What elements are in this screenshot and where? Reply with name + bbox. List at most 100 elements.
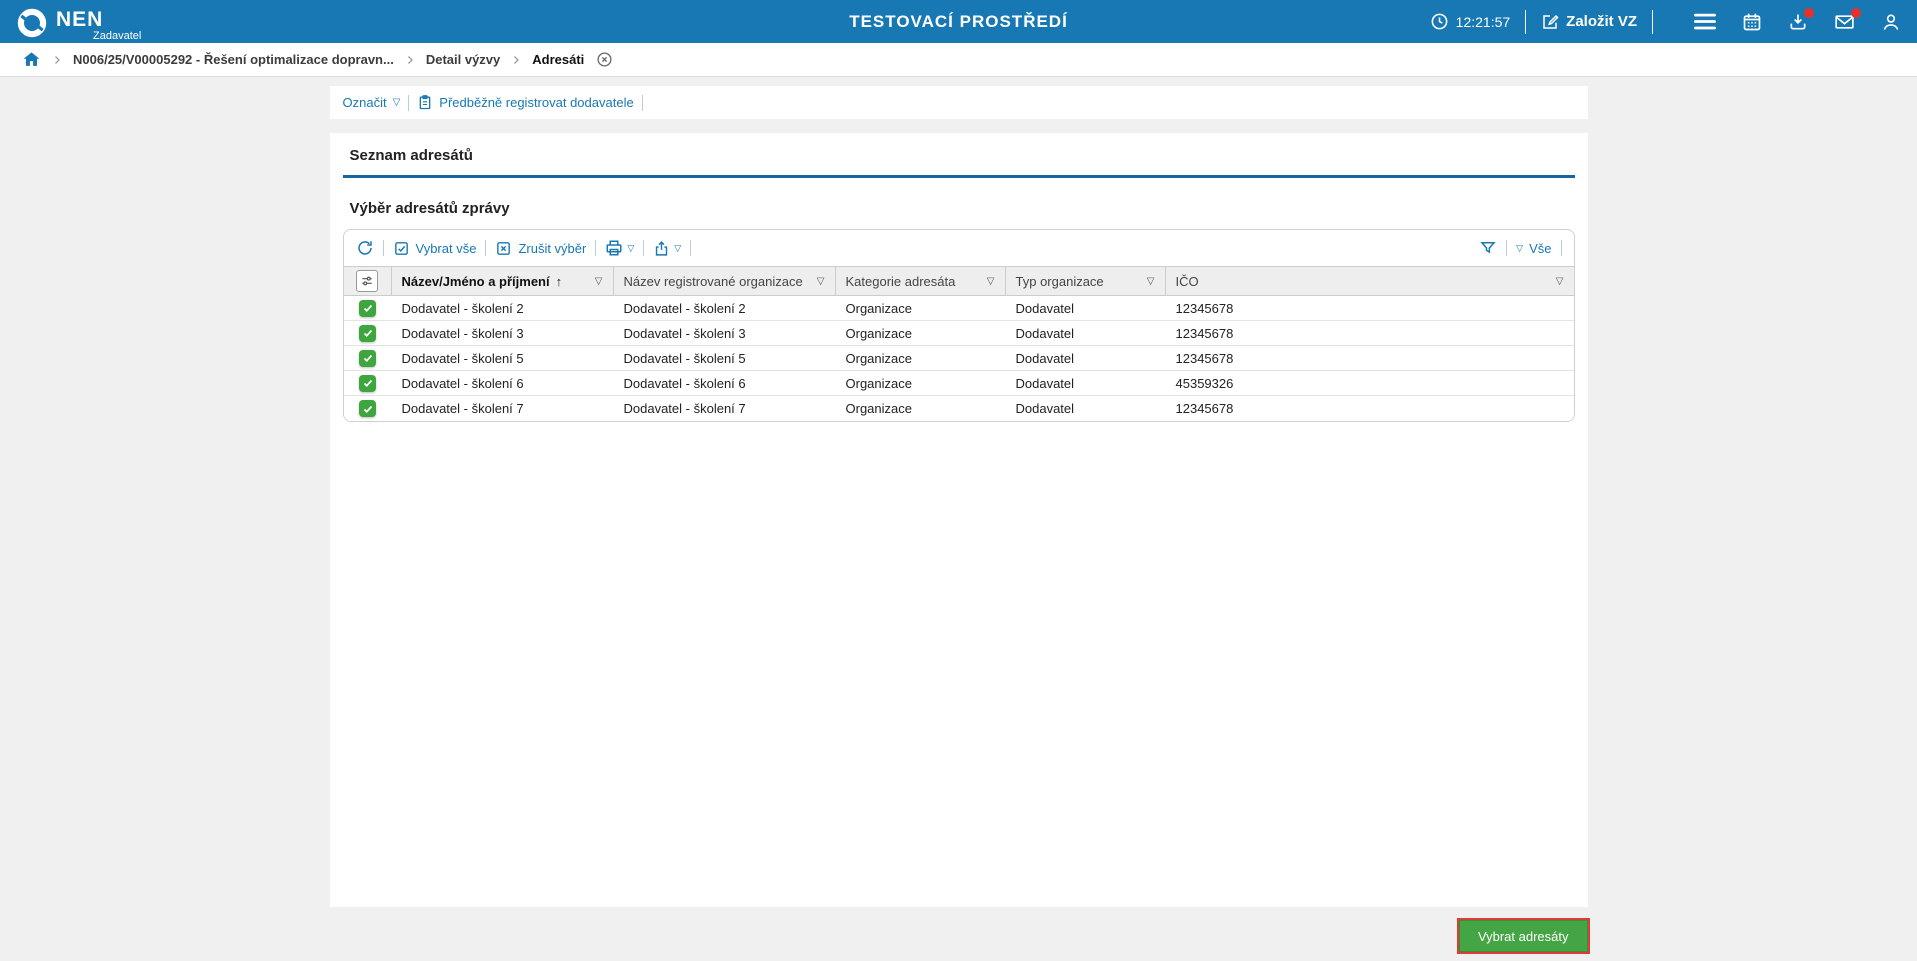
toolbar-divider <box>485 240 486 256</box>
print-dropdown[interactable]: ▽ <box>605 239 634 257</box>
column-header-organization[interactable]: Název registrované organizace ▽ <box>614 267 836 295</box>
cell-name: Dodavatel - školení 2 <box>392 296 614 320</box>
column-filter-icon[interactable]: ▽ <box>1147 276 1155 287</box>
cell-category: Organizace <box>836 296 1006 320</box>
chevron-down-icon: ▽ <box>1516 243 1523 254</box>
column-label: Název registrované organizace <box>624 274 803 289</box>
column-settings[interactable] <box>344 267 392 295</box>
table-row[interactable]: Dodavatel - školení 3 Dodavatel - školen… <box>344 321 1574 346</box>
row-checkbox[interactable] <box>359 400 376 417</box>
create-vz-label: Založit VZ <box>1566 13 1637 30</box>
grid-toolbar: Vybrat vše Zrušit výběr ▽ <box>344 230 1574 266</box>
page-title: Seznam adresátů <box>343 147 1575 164</box>
cell-category: Organizace <box>836 346 1006 370</box>
section-underline <box>343 175 1575 178</box>
cell-name: Dodavatel - školení 3 <box>392 321 614 345</box>
column-filter-icon[interactable]: ▽ <box>987 276 995 287</box>
row-checkbox[interactable] <box>359 300 376 317</box>
brand-subtitle: Zadavatel <box>93 31 141 42</box>
clear-selection-label: Zrušit výběr <box>518 241 586 256</box>
cell-category: Organizace <box>836 371 1006 395</box>
cell-organization: Dodavatel - školení 7 <box>614 396 836 421</box>
row-checkbox[interactable] <box>359 350 376 367</box>
column-filter-icon[interactable]: ▽ <box>595 276 603 287</box>
table-row[interactable]: Dodavatel - školení 5 Dodavatel - školen… <box>344 346 1574 371</box>
cell-organization: Dodavatel - školení 3 <box>614 321 836 345</box>
cell-ico: 12345678 <box>1166 321 1574 345</box>
clock: 12:21:57 <box>1430 12 1511 31</box>
breadcrumb-item-procurement[interactable]: N006/25/V00005292 - Řešení optimalizace … <box>73 52 394 67</box>
column-header-category[interactable]: Kategorie adresáta ▽ <box>836 267 1006 295</box>
column-header-name[interactable]: Název/Jméno a příjmení ↑ ▽ <box>392 267 614 295</box>
clock-time: 12:21:57 <box>1456 14 1511 30</box>
preregister-supplier-button[interactable]: Předběžně registrovat dodavatele <box>417 94 633 111</box>
cell-organization: Dodavatel - školení 5 <box>614 346 836 370</box>
column-header-org-type[interactable]: Typ organizace ▽ <box>1006 267 1166 295</box>
column-filter-icon[interactable]: ▽ <box>817 276 825 287</box>
table-header-row: Název/Jméno a příjmení ↑ ▽ Název registr… <box>344 266 1574 296</box>
select-all-button[interactable]: Vybrat vše <box>393 240 477 257</box>
actions-toolbar: Označit ▽ Předběžně registrovat dodavate… <box>330 86 1588 119</box>
cell-ico: 12345678 <box>1166 296 1574 320</box>
chevron-down-icon: ▽ <box>393 97 401 108</box>
cell-org-type: Dodavatel <box>1006 371 1166 395</box>
export-dropdown[interactable]: ▽ <box>653 240 681 257</box>
mark-dropdown[interactable]: Označit ▽ <box>343 95 401 110</box>
create-vz-button[interactable]: Založit VZ <box>1541 13 1637 31</box>
breadcrumb-item-detail-vyzvy[interactable]: Detail výzvy <box>426 52 500 67</box>
filter-scope-label: Vše <box>1529 241 1551 256</box>
cell-org-type: Dodavatel <box>1006 346 1166 370</box>
cell-org-type: Dodavatel <box>1006 321 1166 345</box>
chevron-right-icon <box>404 54 416 66</box>
column-filter-icon[interactable]: ▽ <box>1556 276 1564 287</box>
nen-logo[interactable]: NEN Zadavatel <box>16 2 141 42</box>
preregister-label: Předběžně registrovat dodavatele <box>439 95 633 110</box>
column-header-ico[interactable]: IČO ▽ <box>1166 267 1574 295</box>
cell-ico: 12345678 <box>1166 346 1574 370</box>
calendar-icon[interactable] <box>1742 12 1762 32</box>
select-addressees-button[interactable]: Vybrat adresáty <box>1459 920 1588 952</box>
download-badge <box>1804 8 1814 18</box>
menu-button[interactable] <box>1694 13 1716 31</box>
cell-category: Organizace <box>836 321 1006 345</box>
app-header: NEN Zadavatel TESTOVACÍ PROSTŘEDÍ 12:21:… <box>0 0 1917 43</box>
mail-icon[interactable] <box>1834 12 1855 32</box>
download-icon[interactable] <box>1788 12 1808 32</box>
user-icon[interactable] <box>1881 12 1901 32</box>
toolbar-divider <box>595 240 596 256</box>
cell-name: Dodavatel - školení 7 <box>392 396 614 421</box>
home-icon[interactable] <box>22 50 41 69</box>
subsection-title: Výběr adresátů zprávy <box>350 200 1575 217</box>
refresh-icon[interactable] <box>356 239 374 257</box>
chevron-right-icon <box>510 54 522 66</box>
breadcrumb: N006/25/V00005292 - Řešení optimalizace … <box>0 43 1917 77</box>
column-settings-icon[interactable] <box>356 270 378 292</box>
toolbar-divider <box>690 240 691 256</box>
row-checkbox[interactable] <box>359 375 376 392</box>
filter-icon[interactable] <box>1479 239 1497 257</box>
clock-icon <box>1430 12 1449 31</box>
main-panel: Seznam adresátů Výběr adresátů zprávy Vy… <box>330 133 1588 907</box>
toolbar-divider <box>1561 240 1562 256</box>
close-tab-icon[interactable] <box>596 51 613 68</box>
cell-category: Organizace <box>836 396 1006 421</box>
chevron-down-icon: ▽ <box>674 243 681 254</box>
row-checkbox[interactable] <box>359 325 376 342</box>
mark-label: Označit <box>343 95 387 110</box>
column-label: Kategorie adresáta <box>846 274 956 289</box>
select-all-label: Vybrat vše <box>416 241 477 256</box>
header-divider <box>1652 10 1653 34</box>
table-body: Dodavatel - školení 2 Dodavatel - školen… <box>344 296 1574 421</box>
clear-selection-button[interactable]: Zrušit výběr <box>495 240 586 257</box>
filter-scope-dropdown[interactable]: ▽ Vše <box>1516 241 1551 256</box>
column-label: Název/Jméno a příjmení <box>402 274 550 289</box>
cell-name: Dodavatel - školení 5 <box>392 346 614 370</box>
cell-organization: Dodavatel - školení 6 <box>614 371 836 395</box>
table-row[interactable]: Dodavatel - školení 7 Dodavatel - školen… <box>344 396 1574 421</box>
nen-logo-icon <box>16 7 48 39</box>
breadcrumb-item-adresati[interactable]: Adresáti <box>532 52 584 67</box>
sort-asc-icon: ↑ <box>556 274 563 289</box>
table-row[interactable]: Dodavatel - školení 6 Dodavatel - školen… <box>344 371 1574 396</box>
table-row[interactable]: Dodavatel - školení 2 Dodavatel - školen… <box>344 296 1574 321</box>
column-label: IČO <box>1176 274 1199 289</box>
